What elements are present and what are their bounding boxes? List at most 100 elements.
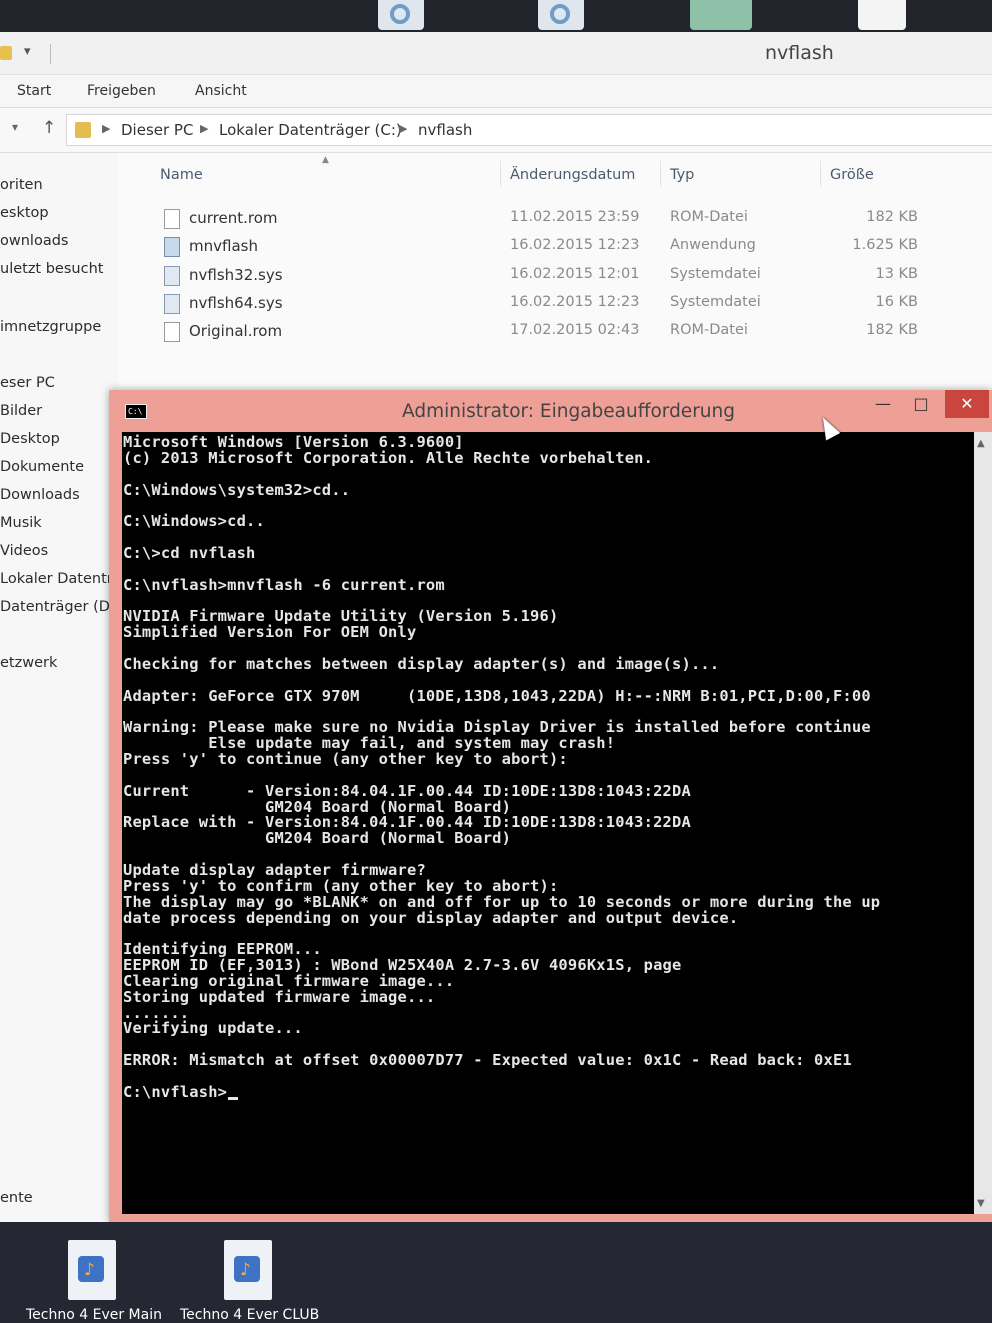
console-line: Else update may fail, and system may cra… bbox=[123, 734, 616, 753]
console-line: C:\nvflash> bbox=[123, 1084, 239, 1100]
console-line: Microsoft Windows [Version 6.3.9600] bbox=[123, 433, 464, 451]
nav-item-favoriten[interactable]: oriten bbox=[0, 177, 116, 193]
console-line: Checking for matches between display ada… bbox=[123, 654, 720, 673]
quick-access-dropdown-icon[interactable]: ▾ bbox=[24, 44, 31, 59]
file-size: 16 KB bbox=[875, 294, 918, 310]
window-title: Administrator: Eingabeaufforderung bbox=[402, 401, 735, 422]
console-line: Identifying EEPROM... bbox=[123, 940, 322, 959]
nav-item-bilder[interactable]: Bilder bbox=[0, 403, 116, 419]
desktop-top-strip bbox=[0, 0, 992, 32]
chevron-right-icon[interactable]: ▶ bbox=[200, 122, 208, 135]
file-icon bbox=[164, 209, 180, 229]
desktop-item-label[interactable]: Techno 4 Ever CLUB bbox=[180, 1307, 319, 1323]
breadcrumb-dieser-pc[interactable]: Dieser PC bbox=[121, 121, 193, 139]
file-name: Original.rom bbox=[189, 322, 283, 340]
nav-item-musik[interactable]: Musik bbox=[0, 515, 116, 531]
navigation-pane: oriten esktop ownloads uletzt besucht im… bbox=[0, 153, 118, 1222]
audio-file-icon[interactable]: ♪ bbox=[224, 1240, 272, 1300]
console-line: ....... bbox=[123, 1003, 190, 1022]
console-output[interactable]: Microsoft Windows [Version 6.3.9600] (c) … bbox=[122, 432, 974, 1214]
nav-item-desktop-pc[interactable]: Desktop bbox=[0, 431, 116, 447]
desktop-item-label[interactable]: Techno 4 Ever Main bbox=[26, 1307, 162, 1323]
chevron-right-icon[interactable]: ▶ bbox=[399, 122, 407, 135]
folder-icon bbox=[0, 46, 12, 60]
console-line: (c) 2013 Microsoft Corporation. Alle Rec… bbox=[123, 448, 654, 467]
system-file-icon bbox=[164, 294, 180, 314]
console-line: C:\>cd nvflash bbox=[123, 543, 256, 562]
breadcrumb-nvflash[interactable]: nvflash bbox=[418, 121, 472, 139]
column-divider[interactable] bbox=[660, 161, 661, 187]
document-app-icon[interactable] bbox=[858, 0, 906, 30]
file-name: nvflsh64.sys bbox=[189, 294, 283, 312]
file-type: Systemdatei bbox=[670, 294, 761, 310]
chevron-right-icon[interactable]: ▶ bbox=[102, 122, 110, 135]
file-date: 11.02.2015 23:59 bbox=[510, 209, 640, 225]
file-type: Systemdatei bbox=[670, 266, 761, 282]
table-row[interactable]: nvflsh64.sys 16.02.2015 12:23 Systemdate… bbox=[118, 290, 992, 318]
divider bbox=[50, 44, 51, 64]
console-line: ERROR: Mismatch at offset 0x00007D77 - E… bbox=[123, 1051, 852, 1070]
console-line: date process depending on your display a… bbox=[123, 908, 739, 927]
column-divider[interactable] bbox=[500, 161, 501, 187]
breadcrumb[interactable]: ▶ Dieser PC ▶ Lokaler Datenträger (C:) ▶… bbox=[66, 114, 992, 146]
breadcrumb-drive-c[interactable]: Lokaler Datenträger (C:) bbox=[219, 121, 402, 139]
nav-item-drive-d[interactable]: Datenträger (D:) bbox=[0, 599, 116, 615]
console-line: Update display adapter firmware? bbox=[123, 860, 426, 879]
settings-app-icon-2[interactable] bbox=[538, 0, 584, 30]
folder-icon bbox=[75, 122, 91, 138]
recent-locations-dropdown-icon[interactable]: ▾ bbox=[12, 120, 18, 134]
table-row[interactable]: nvflsh32.sys 16.02.2015 12:01 Systemdate… bbox=[118, 262, 992, 290]
table-row[interactable]: mnvflash 16.02.2015 12:23 Anwendung 1.62… bbox=[118, 233, 992, 261]
file-date: 17.02.2015 02:43 bbox=[510, 322, 640, 338]
nav-item-dieser-pc[interactable]: eser PC bbox=[0, 375, 116, 391]
column-header-type[interactable]: Typ bbox=[670, 167, 694, 183]
tab-start[interactable]: Start bbox=[17, 83, 51, 99]
scroll-down-icon[interactable]: ▼ bbox=[977, 1198, 985, 1209]
up-arrow-icon[interactable]: ↑ bbox=[42, 118, 56, 138]
nav-item-zuletzt-besucht[interactable]: uletzt besucht bbox=[0, 261, 116, 277]
file-size: 1.625 KB bbox=[852, 237, 918, 253]
column-header-name[interactable]: Name bbox=[160, 167, 203, 183]
nav-item-downloads-pc[interactable]: Downloads bbox=[0, 487, 116, 503]
close-button[interactable]: ✕ bbox=[945, 390, 989, 418]
scroll-up-icon[interactable]: ▲ bbox=[977, 438, 985, 449]
console-line: Adapter: GeForce GTX 970M (10DE,13D8,104… bbox=[123, 686, 871, 705]
file-date: 16.02.2015 12:01 bbox=[510, 266, 640, 282]
file-size: 182 KB bbox=[866, 322, 918, 338]
console-titlebar[interactable]: C:\ Administrator: Eingabeaufforderung —… bbox=[109, 390, 992, 432]
nav-item-downloads[interactable]: ownloads bbox=[0, 233, 116, 249]
console-line: C:\Windows\system32>cd.. bbox=[123, 480, 351, 499]
nav-item-videos[interactable]: Videos bbox=[0, 543, 116, 559]
file-size: 182 KB bbox=[866, 209, 918, 225]
table-row[interactable]: Original.rom 17.02.2015 02:43 ROM-Datei … bbox=[118, 318, 992, 346]
console-line: EEPROM ID (EF,3013) : WBond W25X40A 2.7-… bbox=[123, 956, 682, 975]
file-name: mnvflash bbox=[189, 237, 258, 255]
console-scrollbar[interactable]: ▲ ▼ bbox=[974, 432, 992, 1214]
file-type: ROM-Datei bbox=[670, 209, 748, 225]
table-row[interactable]: current.rom 11.02.2015 23:59 ROM-Datei 1… bbox=[118, 205, 992, 233]
terminal-icon[interactable]: C:\ bbox=[125, 404, 147, 419]
console-line: The display may go *BLANK* on and off fo… bbox=[123, 892, 881, 911]
column-divider[interactable] bbox=[820, 161, 821, 187]
command-prompt-window: C:\ Administrator: Eingabeaufforderung —… bbox=[109, 390, 992, 1222]
nav-item-drive-c[interactable]: Lokaler Datenträ bbox=[0, 571, 116, 587]
explorer-titlebar: ▾ nvflash bbox=[0, 32, 992, 75]
system-file-icon bbox=[164, 266, 180, 286]
gear-icon bbox=[550, 4, 570, 24]
nav-item-dokumente[interactable]: Dokumente bbox=[0, 459, 116, 475]
file-type: Anwendung bbox=[670, 237, 756, 253]
file-name: current.rom bbox=[189, 209, 278, 227]
column-header-size[interactable]: Größe bbox=[830, 167, 874, 183]
audio-file-icon[interactable]: ♪ bbox=[68, 1240, 116, 1300]
file-date: 16.02.2015 12:23 bbox=[510, 237, 640, 253]
chart-app-icon[interactable] bbox=[690, 0, 752, 30]
settings-app-icon[interactable] bbox=[378, 0, 424, 30]
nav-item-desktop[interactable]: esktop bbox=[0, 205, 116, 221]
nav-item-netzwerk[interactable]: etzwerk bbox=[0, 655, 116, 671]
sort-caret-icon: ▲ bbox=[322, 155, 329, 165]
tab-ansicht[interactable]: Ansicht bbox=[195, 83, 247, 99]
tab-freigeben[interactable]: Freigeben bbox=[87, 83, 156, 99]
column-header-date[interactable]: Änderungsdatum bbox=[510, 167, 635, 183]
nav-item-heimnetzgruppe[interactable]: imnetzgruppe bbox=[0, 319, 116, 335]
maximize-button[interactable]: □ bbox=[899, 390, 943, 418]
